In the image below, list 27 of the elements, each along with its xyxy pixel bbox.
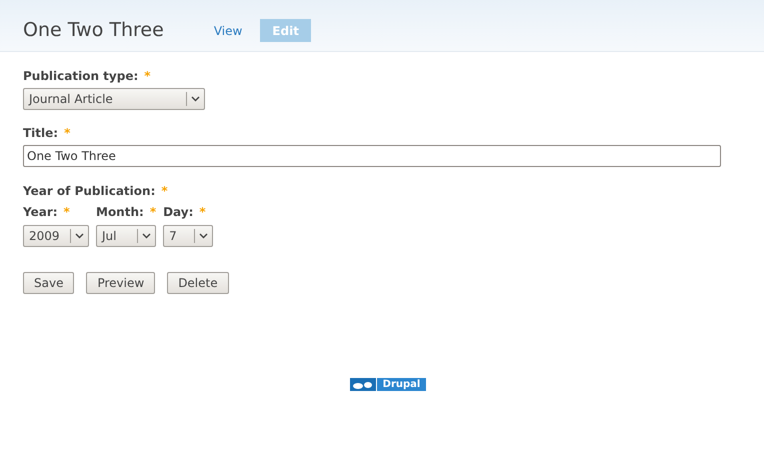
required-mark: * xyxy=(150,204,156,221)
drop-logo-icon xyxy=(350,378,376,391)
caret-icon xyxy=(191,96,200,102)
required-mark: * xyxy=(161,183,168,200)
dropdown[interactable]: Journal Article xyxy=(23,88,205,110)
form-button[interactable]: Preview xyxy=(86,272,156,294)
field-label: Year: xyxy=(23,204,58,221)
page-title: One Two Three xyxy=(23,18,164,44)
dropdown[interactable]: 7 xyxy=(163,225,214,247)
tab[interactable]: View xyxy=(214,19,242,42)
field-label: Month: xyxy=(96,204,144,221)
field-label: Year of Publication: xyxy=(23,183,156,200)
form-button[interactable]: Save xyxy=(23,272,74,294)
form-button[interactable]: Delete xyxy=(167,272,229,294)
caret-icon xyxy=(75,233,84,239)
dropdown[interactable]: 2009 xyxy=(23,225,89,247)
required-mark: * xyxy=(64,125,70,142)
dropdown[interactable]: Jul xyxy=(96,225,156,247)
field-label: Publication type: xyxy=(23,68,138,85)
field-label: Title: xyxy=(23,125,58,142)
caret-icon xyxy=(199,233,208,239)
caret-icon xyxy=(142,233,151,239)
field-label: Day: xyxy=(163,204,194,221)
title-field[interactable]: One Two Three xyxy=(23,145,721,167)
required-mark: * xyxy=(144,68,151,85)
required-mark: * xyxy=(64,204,70,221)
required-mark: * xyxy=(199,204,206,221)
